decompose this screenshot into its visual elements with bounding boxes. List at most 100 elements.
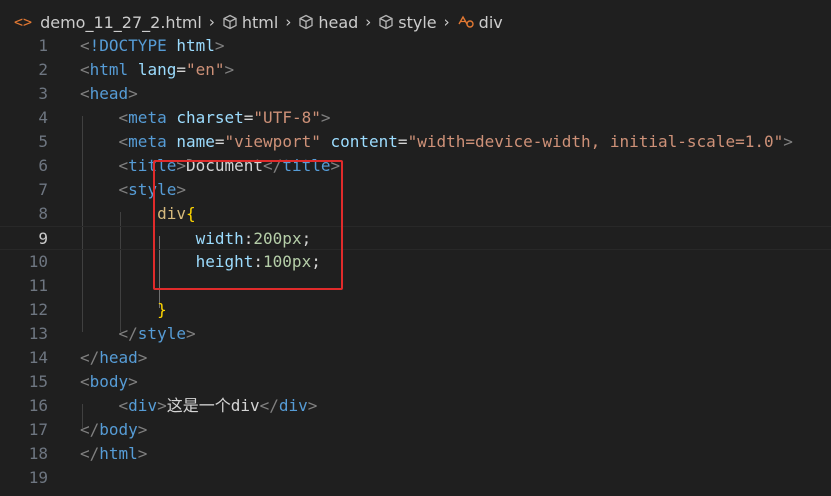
code-token: div bbox=[278, 396, 308, 415]
code-line[interactable]: 13 </style> bbox=[0, 322, 831, 346]
code-line[interactable]: 8 div{ bbox=[0, 202, 831, 226]
code-text: </style> bbox=[80, 322, 196, 346]
code-editor[interactable]: 1 <!DOCTYPE html> 2 <html lang="en"> 3 <head>… bbox=[0, 36, 831, 496]
code-text: } bbox=[80, 298, 167, 322]
code-token: </ bbox=[263, 156, 283, 175]
breadcrumb-item-style[interactable]: style bbox=[378, 12, 437, 32]
breadcrumb-file[interactable]: <> demo_11_27_2.html bbox=[14, 13, 202, 32]
code-token: html bbox=[176, 36, 215, 55]
code-line[interactable]: 19 bbox=[0, 466, 831, 490]
code-token: 100px bbox=[263, 252, 312, 271]
code-token: = bbox=[214, 132, 225, 151]
line-number: 14 bbox=[28, 348, 48, 367]
code-line[interactable]: 7 <style> bbox=[0, 178, 831, 202]
chevron-right-icon: › bbox=[365, 13, 372, 31]
code-line[interactable]: 1 <!DOCTYPE html> bbox=[0, 34, 831, 58]
code-token: </ bbox=[80, 444, 100, 463]
code-token: </ bbox=[118, 324, 138, 343]
line-number: 6 bbox=[38, 156, 48, 175]
code-token: </ bbox=[80, 420, 100, 439]
breadcrumb-item-label: style bbox=[398, 12, 437, 32]
code-line[interactable]: 14 </head> bbox=[0, 346, 831, 370]
code-token: div bbox=[128, 396, 158, 415]
code-token: name bbox=[176, 132, 215, 151]
code-token: height bbox=[195, 252, 254, 271]
code-line[interactable]: 5 <meta name="viewport" content="width=d… bbox=[0, 130, 831, 154]
line-number: 15 bbox=[28, 372, 48, 391]
code-token: charset bbox=[176, 108, 244, 127]
element-cube-icon bbox=[298, 14, 314, 30]
code-token: meta bbox=[128, 132, 167, 151]
breadcrumb-item-label: html bbox=[241, 12, 279, 32]
code-token: head bbox=[89, 84, 129, 103]
code-token: = bbox=[397, 132, 408, 151]
code-token: > bbox=[783, 132, 793, 151]
code-line[interactable]: 12 } bbox=[0, 298, 831, 322]
code-token: width bbox=[195, 229, 244, 248]
code-token: < bbox=[118, 132, 129, 151]
line-number: 4 bbox=[38, 108, 48, 127]
code-token: meta bbox=[128, 108, 167, 127]
breadcrumb-item-div[interactable]: div bbox=[457, 13, 503, 32]
code-token: Document bbox=[185, 156, 264, 175]
code-token: < bbox=[80, 36, 90, 55]
code-line[interactable]: 10 height:100px; bbox=[0, 250, 831, 274]
line-number: 18 bbox=[28, 444, 48, 463]
code-token: "width=device-width, initial-scale=1.0" bbox=[407, 132, 784, 151]
code-token: > bbox=[176, 180, 186, 199]
code-line[interactable]: 17 </body> bbox=[0, 418, 831, 442]
code-text: </head> bbox=[80, 346, 147, 370]
breadcrumb-file-label: demo_11_27_2.html bbox=[40, 12, 202, 32]
html-file-icon: <> bbox=[14, 13, 33, 31]
code-line[interactable]: 15 <body> bbox=[0, 370, 831, 394]
code-line[interactable]: 18 </html> bbox=[0, 442, 831, 466]
code-line[interactable]: 9 width:200px; bbox=[0, 226, 831, 250]
code-line[interactable]: 2 <html lang="en"> bbox=[0, 58, 831, 82]
code-text: </body> bbox=[80, 418, 147, 442]
line-number: 1 bbox=[38, 36, 48, 55]
code-token: = bbox=[243, 108, 254, 127]
code-line[interactable]: 16 <div>这是一个div</div> bbox=[0, 394, 831, 418]
code-token: "viewport" bbox=[224, 132, 321, 151]
code-line[interactable]: 6 <title>Document</title> bbox=[0, 154, 831, 178]
code-text: <style> bbox=[80, 178, 186, 202]
code-text: <meta charset="UTF-8"> bbox=[80, 106, 331, 130]
code-text: div{ bbox=[80, 202, 196, 226]
code-token: title bbox=[282, 156, 331, 175]
code-token: : bbox=[243, 229, 254, 248]
line-number: 19 bbox=[28, 468, 48, 487]
code-text: <body> bbox=[80, 370, 138, 394]
code-token: </ bbox=[259, 396, 279, 415]
line-number: 3 bbox=[38, 84, 48, 103]
code-token: > bbox=[214, 36, 225, 55]
breadcrumb-item-head[interactable]: head bbox=[298, 13, 358, 32]
code-token: : bbox=[253, 252, 264, 271]
breadcrumb-item-html[interactable]: html bbox=[222, 13, 278, 32]
code-token: < bbox=[118, 396, 129, 415]
code-line[interactable]: 4 <meta charset="UTF-8"> bbox=[0, 106, 831, 130]
line-number: 17 bbox=[28, 420, 48, 439]
code-line[interactable]: 11 bbox=[0, 274, 831, 298]
css-selector-icon bbox=[457, 14, 475, 30]
code-text: <head> bbox=[80, 82, 138, 106]
code-token: body bbox=[89, 372, 129, 391]
line-number: 16 bbox=[28, 396, 48, 415]
code-token: > bbox=[185, 324, 196, 343]
chevron-right-icon: › bbox=[285, 13, 292, 31]
code-token: !DOCTYPE bbox=[89, 36, 167, 55]
code-token: html bbox=[99, 444, 138, 463]
code-token: ; bbox=[311, 252, 321, 271]
code-token: > bbox=[224, 60, 235, 79]
code-token: > bbox=[157, 396, 167, 415]
code-token: </ bbox=[80, 348, 100, 367]
code-line[interactable]: 3 <head> bbox=[0, 82, 831, 106]
code-token: div bbox=[157, 204, 186, 223]
